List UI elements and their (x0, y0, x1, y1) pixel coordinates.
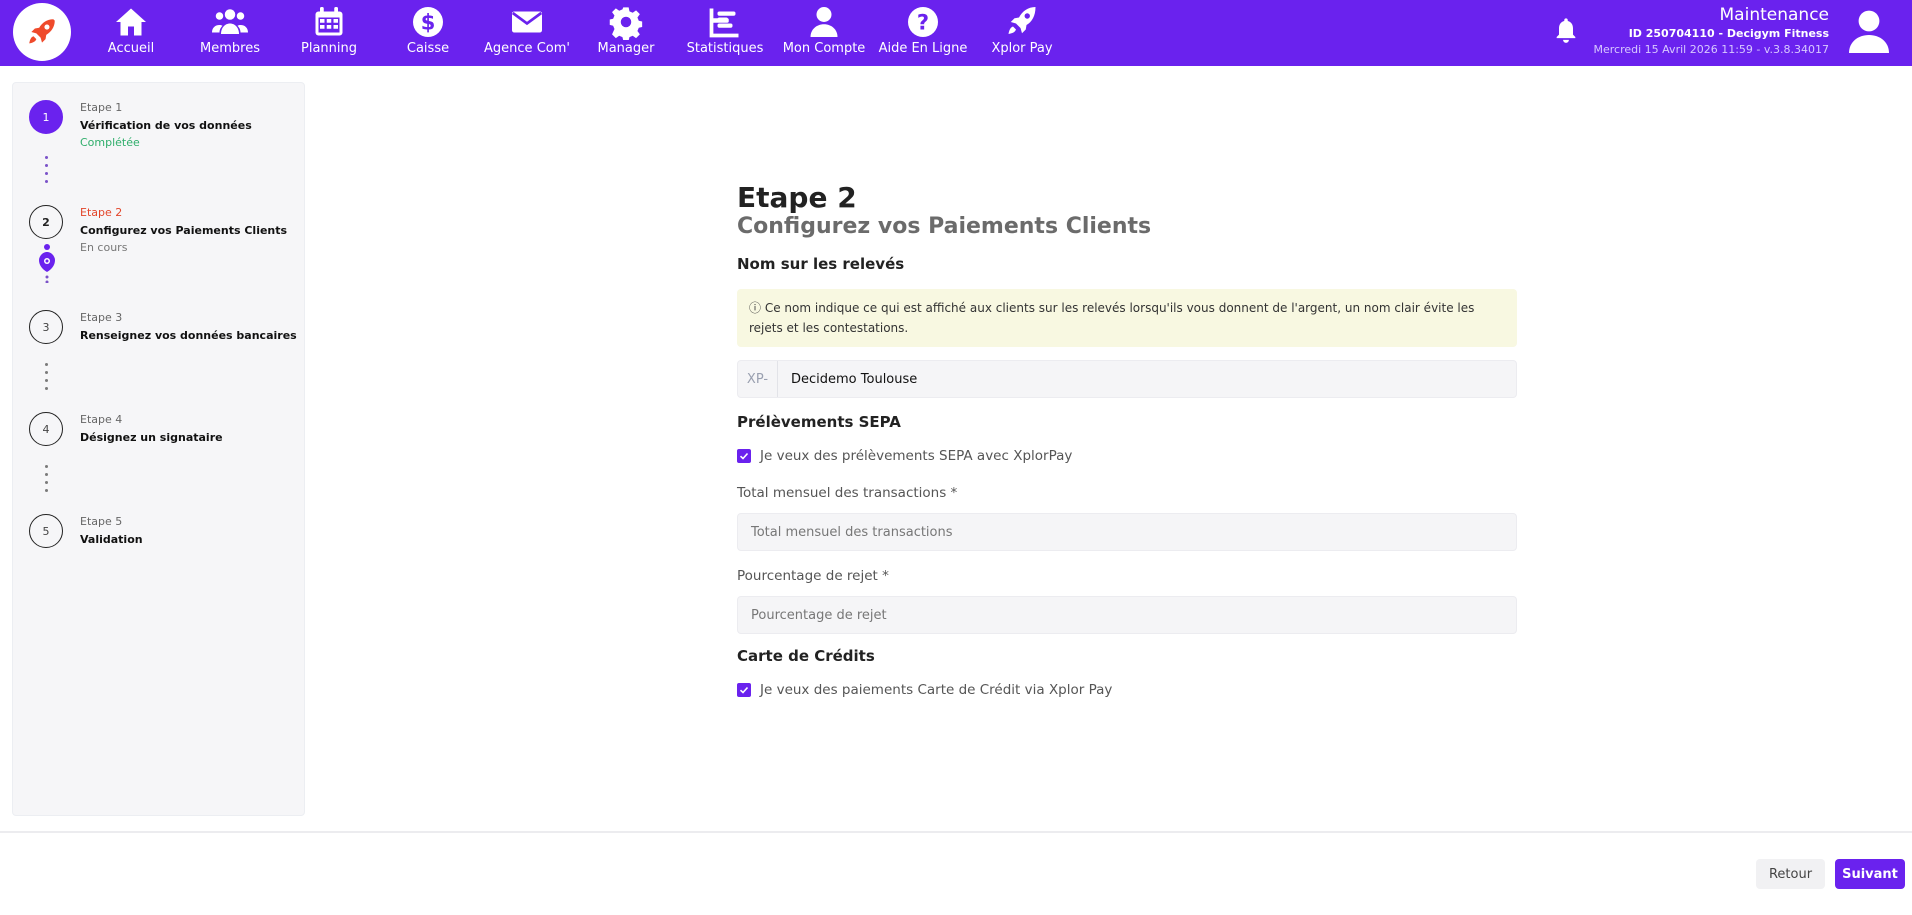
reject-rate-input[interactable]: Pourcentage de rejet (737, 596, 1517, 634)
nav-statistiques[interactable]: Statistiques (675, 4, 775, 62)
rocket-logo-icon (29, 19, 55, 44)
statement-value[interactable]: Decidemo Toulouse (778, 372, 917, 387)
step-title: Vérification de vos données (80, 119, 252, 132)
nav-mon-compte[interactable]: Mon Compte (774, 4, 874, 62)
check-icon (739, 686, 749, 694)
nav-label: Accueil (107, 41, 155, 56)
gear-icon (609, 7, 643, 40)
chart-icon (709, 8, 739, 38)
step-title: Validation (80, 533, 143, 546)
step-connector (45, 465, 48, 497)
back-button[interactable]: Retour (1756, 859, 1825, 889)
user-name: Maintenance (1719, 5, 1829, 25)
nav-aide-en-ligne[interactable]: ? Aide En Ligne (873, 4, 973, 62)
top-nav-bar: Accueil Membres Planning $ Caisse Agence… (0, 0, 1912, 66)
step-number: 4 (29, 412, 63, 446)
nav-caisse[interactable]: $ Caisse (378, 4, 478, 62)
user-icon (810, 7, 838, 37)
step-number: 3 (29, 310, 63, 344)
nav-label: Planning (301, 41, 357, 56)
card-checkbox[interactable] (737, 683, 751, 697)
step-label: Etape 4 (80, 413, 123, 426)
reject-rate-placeholder: Pourcentage de rejet (751, 607, 887, 623)
stepper-sidebar: 1 Etape 1 Vérification de vos données Co… (12, 82, 305, 816)
sepa-section-title: Prélèvements SEPA (737, 413, 901, 431)
nav-label: Mon Compte (782, 41, 866, 56)
statement-section-title: Nom sur les relevés (737, 255, 905, 273)
nav-planning[interactable]: Planning (279, 4, 379, 62)
step-title: Configurez vos Paiements Clients (80, 224, 288, 237)
bell-icon[interactable] (1552, 16, 1580, 44)
step-label: Etape 5 (80, 515, 123, 528)
card-checkbox-row[interactable]: Je veux des paiements Carte de Crédit vi… (737, 682, 1517, 698)
avatar[interactable] (1845, 6, 1893, 56)
envelope-icon (511, 11, 543, 33)
statement-name-input[interactable]: XP- Decidemo Toulouse (737, 360, 1517, 398)
dollar-icon: $ (413, 7, 443, 37)
monthly-total-input[interactable]: Total mensuel des transactions (737, 513, 1517, 551)
monthly-total-placeholder: Total mensuel des transactions (751, 524, 953, 540)
nav-label: Statistiques (686, 41, 764, 56)
sepa-checkbox-label: Je veux des prélèvements SEPA avec Xplor… (760, 448, 1073, 464)
step-number: 2 (29, 205, 63, 239)
footer-divider (0, 831, 1912, 833)
svg-text:$: $ (421, 11, 436, 35)
nav-manager[interactable]: Manager (576, 4, 676, 62)
nav-label: Agence Com' (484, 41, 570, 56)
step-title: Renseignez vos données bancaires (80, 329, 297, 342)
step-connector (45, 363, 48, 395)
reject-rate-label: Pourcentage de rejet * (737, 568, 889, 584)
help-icon: ? (908, 7, 938, 37)
sepa-checkbox-row[interactable]: Je veux des prélèvements SEPA avec Xplor… (737, 448, 1517, 464)
step-label: Etape 2 (80, 206, 123, 219)
card-checkbox-label: Je veux des paiements Carte de Crédit vi… (760, 682, 1113, 698)
nav-label: Xplor Pay (991, 41, 1053, 56)
nav-label: Manager (597, 41, 655, 56)
nav-label: Caisse (406, 41, 450, 56)
info-notice: ⓘ Ce nom indique ce qui est affiché aux … (737, 289, 1517, 347)
svg-text:?: ? (917, 11, 929, 35)
step-label: Etape 3 (80, 311, 123, 324)
home-icon (116, 8, 146, 36)
step-status: Complétée (80, 136, 140, 149)
page-subtitle: Configurez vos Paiements Clients (737, 214, 1152, 239)
app-logo[interactable] (13, 3, 71, 61)
account-id: ID 250704110 - Decigym Fitness (1628, 27, 1829, 40)
monthly-total-label: Total mensuel des transactions * (737, 485, 958, 501)
nav-agence-com[interactable]: Agence Com' (477, 4, 577, 62)
calendar-icon (315, 7, 343, 36)
card-section-title: Carte de Crédits (737, 647, 875, 665)
rocket-progress-icon (39, 244, 55, 283)
step-title: Désignez un signataire (80, 431, 223, 444)
nav-label: Aide En Ligne (878, 41, 968, 56)
user-info: Maintenance ID 250704110 - Decigym Fitne… (1594, 4, 1829, 58)
step-number: 1 (29, 100, 63, 134)
notice-text: Ce nom indique ce qui est affiché aux cl… (749, 301, 1475, 335)
step-label: Etape 1 (80, 101, 123, 114)
step-number: 5 (29, 514, 63, 548)
nav-label: Membres (200, 41, 260, 56)
step-status: En cours (80, 241, 128, 254)
step-connector (45, 156, 48, 188)
users-icon (212, 9, 248, 34)
rocket-icon (1008, 7, 1036, 34)
statement-prefix: XP- (738, 361, 778, 397)
date-version: Mercredi 15 Avril 2026 11:59 - v.3.8.340… (1593, 43, 1829, 56)
sepa-checkbox[interactable] (737, 449, 751, 463)
nav-xplor-pay[interactable]: Xplor Pay (972, 4, 1072, 62)
page-title: Etape 2 (737, 181, 857, 214)
nav-accueil[interactable]: Accueil (81, 4, 181, 62)
info-icon: ⓘ (749, 301, 762, 315)
nav-membres[interactable]: Membres (180, 4, 280, 62)
next-button[interactable]: Suivant (1835, 859, 1905, 889)
check-icon (739, 452, 749, 460)
